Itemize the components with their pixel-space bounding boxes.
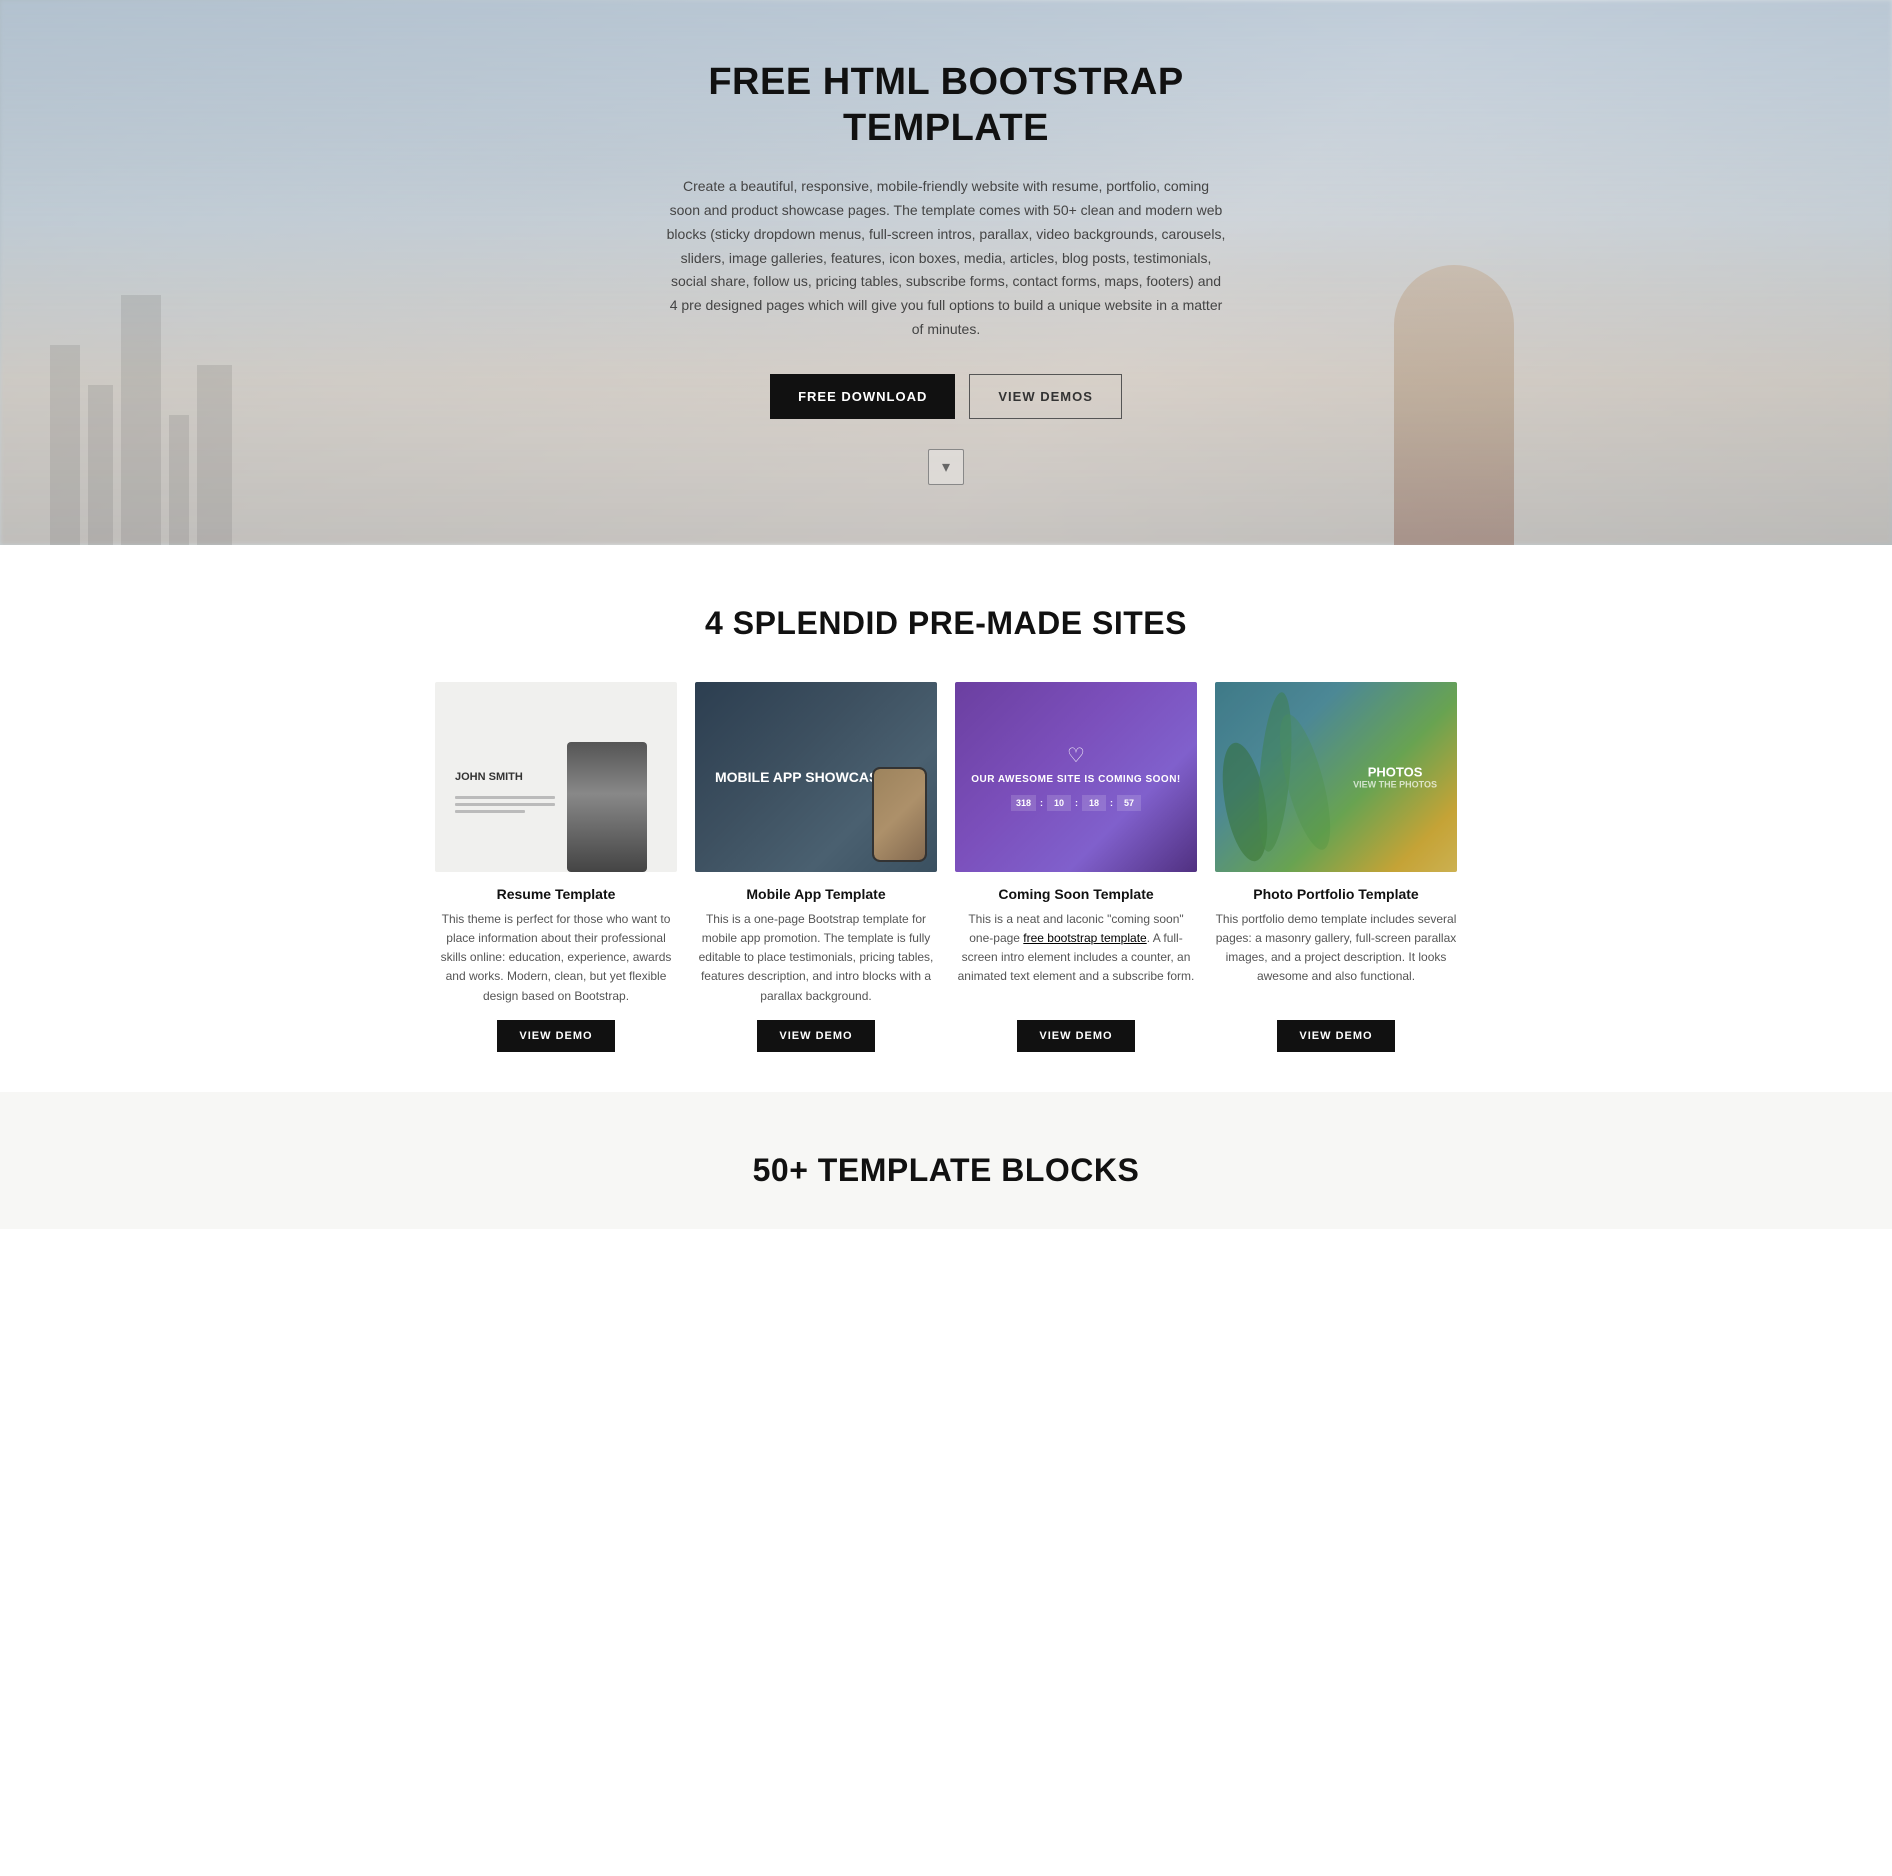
card-coming-soon: ♡ OUR AWESOME SITE IS COMING SOON! 318 :… — [955, 682, 1197, 1052]
building-5 — [197, 365, 232, 545]
coming-countdown: 318 : 10 : 18 : 57 — [1011, 795, 1141, 811]
photo-bg-illustration — [1215, 682, 1335, 872]
card-mobile: MOBILE APP SHOWCASE Mobile App Template … — [695, 682, 937, 1052]
card-resume-btn[interactable]: VIEW DEMO — [497, 1020, 614, 1052]
blocks-section-title: 50+ TEMPLATE BLOCKS — [20, 1152, 1872, 1189]
hero-person-silhouette — [1394, 265, 1514, 545]
mobile-phone — [872, 767, 927, 862]
photo-link-text: VIEW THE PHOTOS — [1353, 779, 1437, 789]
countdown-seconds: 57 — [1117, 795, 1141, 811]
resume-preview: JOHN SMITH — [435, 682, 677, 872]
countdown-days: 318 — [1011, 795, 1036, 811]
resume-person-silhouette — [567, 742, 647, 872]
card-photo-btn[interactable]: VIEW DEMO — [1277, 1020, 1394, 1052]
card-coming-btn[interactable]: VIEW DEMO — [1017, 1020, 1134, 1052]
premade-section: 4 SPLENDID PRE-MADE SITES JOHN SMITH Res… — [0, 545, 1892, 1092]
countdown-sep-3: : — [1110, 795, 1113, 811]
hero-content: FREE HTML BOOTSTRAP TEMPLATE Create a be… — [666, 60, 1226, 419]
blocks-section: 50+ TEMPLATE BLOCKS — [0, 1092, 1892, 1229]
card-resume-name: Resume Template — [435, 886, 677, 902]
premade-section-title: 4 SPLENDID PRE-MADE SITES — [20, 605, 1872, 642]
countdown-minutes: 18 — [1082, 795, 1106, 811]
coming-preview: ♡ OUR AWESOME SITE IS COMING SOON! 318 :… — [955, 682, 1197, 872]
card-resume-image: JOHN SMITH — [435, 682, 677, 872]
coming-heart-icon: ♡ — [1067, 743, 1085, 768]
card-mobile-description: This is a one-page Bootstrap template fo… — [695, 910, 937, 1006]
hero-title: FREE HTML BOOTSTRAP TEMPLATE — [666, 60, 1226, 151]
cards-grid: JOHN SMITH Resume Template This theme is… — [396, 682, 1496, 1052]
card-mobile-btn[interactable]: VIEW DEMO — [757, 1020, 874, 1052]
countdown-sep-2: : — [1075, 795, 1078, 811]
resume-person-name: JOHN SMITH — [455, 771, 523, 783]
mobile-showcase-text: MOBILE APP SHOWCASE — [715, 768, 888, 786]
resume-lines — [455, 796, 555, 813]
hero-section: FREE HTML BOOTSTRAP TEMPLATE Create a be… — [0, 0, 1892, 545]
card-photo-image: PHOTOS VIEW THE PHOTOS — [1215, 682, 1457, 872]
coming-link[interactable]: free bootstrap template — [1023, 931, 1146, 945]
building-3 — [121, 295, 161, 545]
hero-description: Create a beautiful, responsive, mobile-f… — [666, 175, 1226, 342]
card-coming-image: ♡ OUR AWESOME SITE IS COMING SOON! 318 :… — [955, 682, 1197, 872]
photo-preview: PHOTOS VIEW THE PHOTOS — [1215, 682, 1457, 872]
building-4 — [169, 415, 189, 545]
scroll-down-button[interactable] — [928, 449, 964, 485]
building-2 — [88, 385, 113, 545]
download-button[interactable]: FREE DOWNLOAD — [770, 374, 955, 419]
hero-buildings — [50, 295, 232, 545]
card-coming-description: This is a neat and laconic "coming soon"… — [955, 910, 1197, 1006]
mobile-phone-screen — [874, 769, 925, 860]
demos-button[interactable]: VIEW DEMOS — [969, 374, 1122, 419]
countdown-hours: 10 — [1047, 795, 1071, 811]
card-photo: PHOTOS VIEW THE PHOTOS Photo Portfolio T… — [1215, 682, 1457, 1052]
mobile-preview: MOBILE APP SHOWCASE — [695, 682, 937, 872]
building-1 — [50, 345, 80, 545]
card-mobile-image: MOBILE APP SHOWCASE — [695, 682, 937, 872]
card-photo-description: This portfolio demo template includes se… — [1215, 910, 1457, 1006]
resume-line-1 — [455, 796, 555, 799]
countdown-sep-1: : — [1040, 795, 1043, 811]
resume-line-3 — [455, 810, 525, 813]
coming-text: OUR AWESOME SITE IS COMING SOON! — [971, 774, 1181, 785]
card-resume-description: This theme is perfect for those who want… — [435, 910, 677, 1006]
card-coming-name: Coming Soon Template — [955, 886, 1197, 902]
card-resume: JOHN SMITH Resume Template This theme is… — [435, 682, 677, 1052]
card-photo-name: Photo Portfolio Template — [1215, 886, 1457, 902]
hero-buttons: FREE DOWNLOAD VIEW DEMOS — [666, 374, 1226, 419]
card-mobile-name: Mobile App Template — [695, 886, 937, 902]
resume-line-2 — [455, 803, 555, 806]
photo-title: PHOTOS VIEW THE PHOTOS — [1353, 764, 1437, 789]
